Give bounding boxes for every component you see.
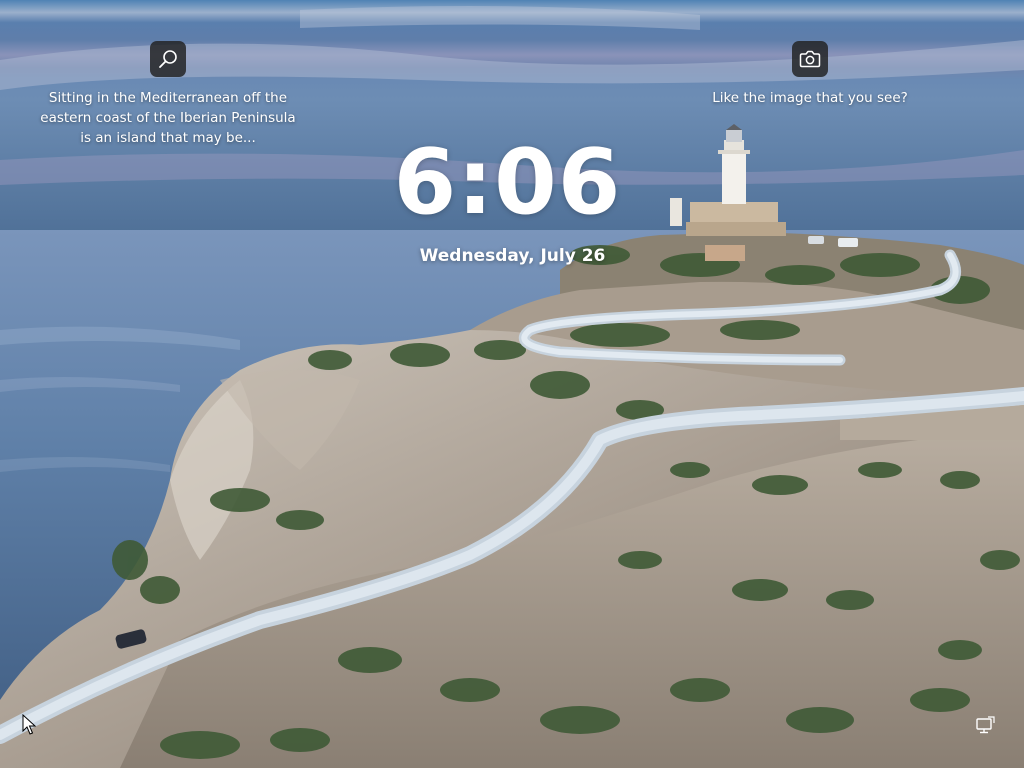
spotlight-search-button[interactable] [150,41,186,77]
search-icon [159,50,177,68]
lock-screen: Sitting in the Mediterranean off the eas… [0,0,1024,768]
network-icon[interactable] [975,716,995,736]
camera-icon [799,50,821,68]
lock-screen-time: 6:06 [393,130,622,235]
like-image-text[interactable]: Like the image that you see? [712,88,908,108]
like-image-widget[interactable]: Like the image that you see? [700,41,920,108]
like-image-button[interactable] [792,41,828,77]
lock-screen-date: Wednesday, July 26 [419,246,606,266]
